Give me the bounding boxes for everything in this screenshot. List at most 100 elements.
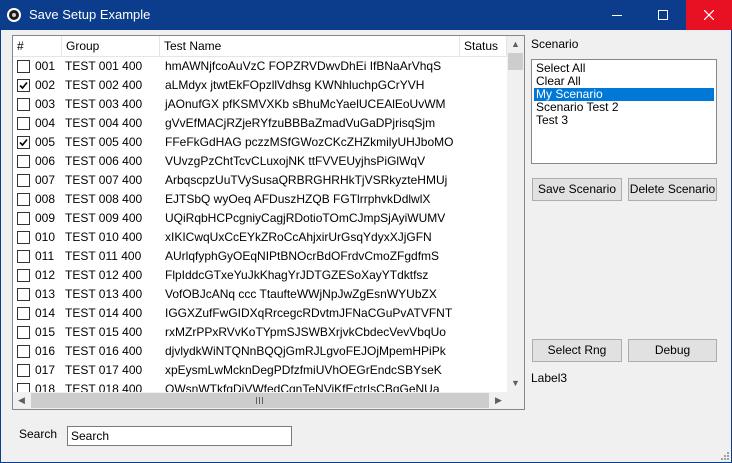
row-group: TEST 003 400 — [65, 97, 143, 111]
row-number: 002 — [35, 78, 56, 92]
list-item[interactable]: 011 TEST 011 400 AUrlqfyphGyOEqNIPtBNOcrBd… — [13, 247, 507, 266]
row-number: 015 — [35, 325, 56, 339]
list-item[interactable]: 006 TEST 006 400 VUvzgPzChtTcvCLuxojNK ttF… — [13, 152, 507, 171]
row-test-name: jAOnufGX pfKSMVXKb sBhuMcYaelUCEAlEoUvWM — [165, 97, 446, 111]
title-bar[interactable]: Save Setup Example — [0, 0, 732, 30]
list-item[interactable]: 014 TEST 014 400 IGGXZufFwGIDXqRrcegcRDvtm… — [13, 304, 507, 323]
row-group: TEST 015 400 — [65, 325, 143, 339]
search-label: Search — [19, 427, 58, 441]
row-checkbox[interactable] — [17, 231, 30, 244]
row-group: TEST 001 400 — [65, 59, 143, 73]
maximize-button[interactable] — [640, 0, 686, 30]
scroll-down-icon[interactable]: ▼ — [507, 375, 524, 392]
row-number: 017 — [35, 363, 56, 377]
row-test-name: IGGXZufFwGIDXqRrcegcRDvtmJFNaCGuPvATVFNT — [165, 306, 453, 320]
row-test-name: FlpIddcGTxeYuJkKhagYrJDTGZESoXayYTdktfsz — [165, 268, 429, 282]
close-button[interactable] — [686, 0, 732, 30]
row-checkbox[interactable] — [17, 364, 30, 377]
row-checkbox[interactable] — [17, 79, 30, 92]
save-scenario-button[interactable]: Save Scenario — [532, 178, 622, 201]
horizontal-scroll-thumb[interactable] — [31, 393, 489, 408]
row-test-name: xIKICwqUxCcEYkZRoCcAhjxirUrGsqYdyxXJjGFN — [165, 230, 432, 244]
test-list[interactable]: # Group Test Name Status 001 TEST 001 400… — [12, 35, 525, 410]
row-checkbox[interactable] — [17, 212, 30, 225]
horizontal-scrollbar[interactable]: ◀ ▶ — [13, 392, 507, 409]
list-item[interactable]: 005 TEST 005 400 FFeFkGdHAG pczzMSfGWozCKc… — [13, 133, 507, 152]
row-group: TEST 006 400 — [65, 154, 143, 168]
list-item[interactable]: 001 TEST 001 400 hmAWNjfcoAuVzC FOPZRVDwvD… — [13, 57, 507, 76]
vertical-scroll-thumb[interactable] — [508, 53, 523, 70]
row-group: TEST 014 400 — [65, 306, 143, 320]
app-icon[interactable] — [6, 7, 22, 23]
row-checkbox[interactable] — [17, 269, 30, 282]
column-header-test-name[interactable]: Test Name — [160, 36, 460, 56]
row-checkbox[interactable] — [17, 193, 30, 206]
row-test-name: aLMdyx jtwtEkFOpzllVdhsg KWNhluchpGCrYVH — [165, 78, 425, 92]
row-number: 014 — [35, 306, 56, 320]
list-item[interactable]: 009 TEST 009 400 UQiRqbHCPcgniyCagjRDotioT… — [13, 209, 507, 228]
row-group: TEST 012 400 — [65, 268, 143, 282]
minimize-button[interactable] — [594, 0, 640, 30]
list-item[interactable]: 017 TEST 017 400 xpEysmLwMcknDegPDfzfmiUVh… — [13, 361, 507, 380]
row-group: TEST 009 400 — [65, 211, 143, 225]
select-rng-button[interactable]: Select Rng — [532, 339, 622, 362]
row-group: TEST 004 400 — [65, 116, 143, 130]
list-item[interactable]: 012 TEST 012 400 FlpIddcGTxeYuJkKhagYrJDTG… — [13, 266, 507, 285]
row-checkbox[interactable] — [17, 345, 30, 358]
row-checkbox[interactable] — [17, 136, 30, 149]
row-checkbox[interactable] — [17, 98, 30, 111]
search-input[interactable]: Search — [67, 426, 292, 446]
list-item[interactable]: 013 TEST 013 400 VofOBJcANq ccc TtaufteWWj… — [13, 285, 507, 304]
list-item[interactable]: 010 TEST 010 400 xIKICwqUxCcEYkZRoCcAhjxir… — [13, 228, 507, 247]
row-test-name: rxMZrPPxRVvKoTYpmSJSWBXrjvkCbdecVevVbqUo — [165, 325, 446, 339]
delete-scenario-button[interactable]: Delete Scenario — [628, 178, 717, 201]
row-number: 007 — [35, 173, 56, 187]
list-item[interactable]: 002 TEST 002 400 aLMdyx jtwtEkFOpzllVdhsg … — [13, 76, 507, 95]
list-header: # Group Test Name Status — [13, 36, 507, 57]
column-header-number[interactable]: # — [13, 36, 62, 56]
row-checkbox[interactable] — [17, 117, 30, 130]
row-number: 010 — [35, 230, 56, 244]
row-checkbox[interactable] — [17, 326, 30, 339]
checkmark-icon — [19, 138, 28, 147]
scroll-right-icon[interactable]: ▶ — [490, 392, 507, 409]
row-checkbox[interactable] — [17, 250, 30, 263]
debug-button[interactable]: Debug — [628, 339, 717, 362]
row-group: TEST 002 400 — [65, 78, 143, 92]
column-header-group[interactable]: Group — [62, 36, 160, 56]
row-test-name: djvlydkWiNTQNnBQQjGmRJLgvoFEJOjMpemHPiPk — [165, 344, 446, 358]
grip-lines-icon — [256, 397, 263, 404]
resize-grip-icon[interactable] — [719, 450, 729, 460]
row-test-name: VUvzgPzChtTcvCLuxojNK ttFVVEUyjhsPiGlWqV — [165, 154, 426, 168]
row-test-name: VofOBJcANq ccc TtaufteWWjNpJwZgEsnWYUbZX — [165, 287, 437, 301]
row-test-name: xpEysmLwMcknDegPDfzfmiUVhOEGrEndcSBYseK — [165, 363, 442, 377]
row-number: 009 — [35, 211, 56, 225]
row-group: TEST 010 400 — [65, 230, 143, 244]
row-test-name: UQiRqbHCPcgniyCagjRDotioTOmCJmpSjAyiWUMV — [165, 211, 446, 225]
row-number: 004 — [35, 116, 56, 130]
list-item[interactable]: 007 TEST 007 400 ArbqscpzUuTVySusaQRBRGHRH… — [13, 171, 507, 190]
row-checkbox[interactable] — [17, 307, 30, 320]
list-item[interactable]: 015 TEST 015 400 rxMZrPPxRVvKoTYpmSJSWBXrj… — [13, 323, 507, 342]
row-group: TEST 005 400 — [65, 135, 143, 149]
row-test-name: ArbqscpzUuTVySusaQRBRGHRHkTjVSRkyzteHMUj — [165, 173, 448, 187]
scenario-listbox[interactable]: Select All Clear All My Scenario Scenario T… — [531, 59, 717, 164]
column-header-status[interactable]: Status — [460, 36, 507, 56]
vertical-scrollbar[interactable]: ▲ ▼ — [507, 36, 524, 392]
row-checkbox[interactable] — [17, 155, 30, 168]
row-number: 016 — [35, 344, 56, 358]
row-checkbox[interactable] — [17, 60, 30, 73]
scroll-corner — [507, 392, 524, 409]
list-item[interactable]: 003 TEST 003 400 jAOnufGX pfKSMVXKb sBhuMc… — [13, 95, 507, 114]
scroll-up-icon[interactable]: ▲ — [507, 36, 524, 53]
row-group: TEST 017 400 — [65, 363, 143, 377]
list-item[interactable]: 016 TEST 016 400 djvlydkWiNTQNnBQQjGmRJLgv… — [13, 342, 507, 361]
row-checkbox[interactable] — [17, 288, 30, 301]
scroll-left-icon[interactable]: ◀ — [13, 392, 30, 409]
row-test-name: hmAWNjfcoAuVzC FOPZRVDwvDhEi IfBNaArVhqS — [165, 59, 442, 73]
scenario-item[interactable]: Test 3 — [534, 114, 714, 127]
row-checkbox[interactable] — [17, 174, 30, 187]
list-item[interactable]: 004 TEST 004 400 gVvEfMACjRZjeRYfzuBBBaZma… — [13, 114, 507, 133]
row-number: 003 — [35, 97, 56, 111]
list-item[interactable]: 008 TEST 008 400 EJTSbQ wyOeq AFDuszHZQB F… — [13, 190, 507, 209]
